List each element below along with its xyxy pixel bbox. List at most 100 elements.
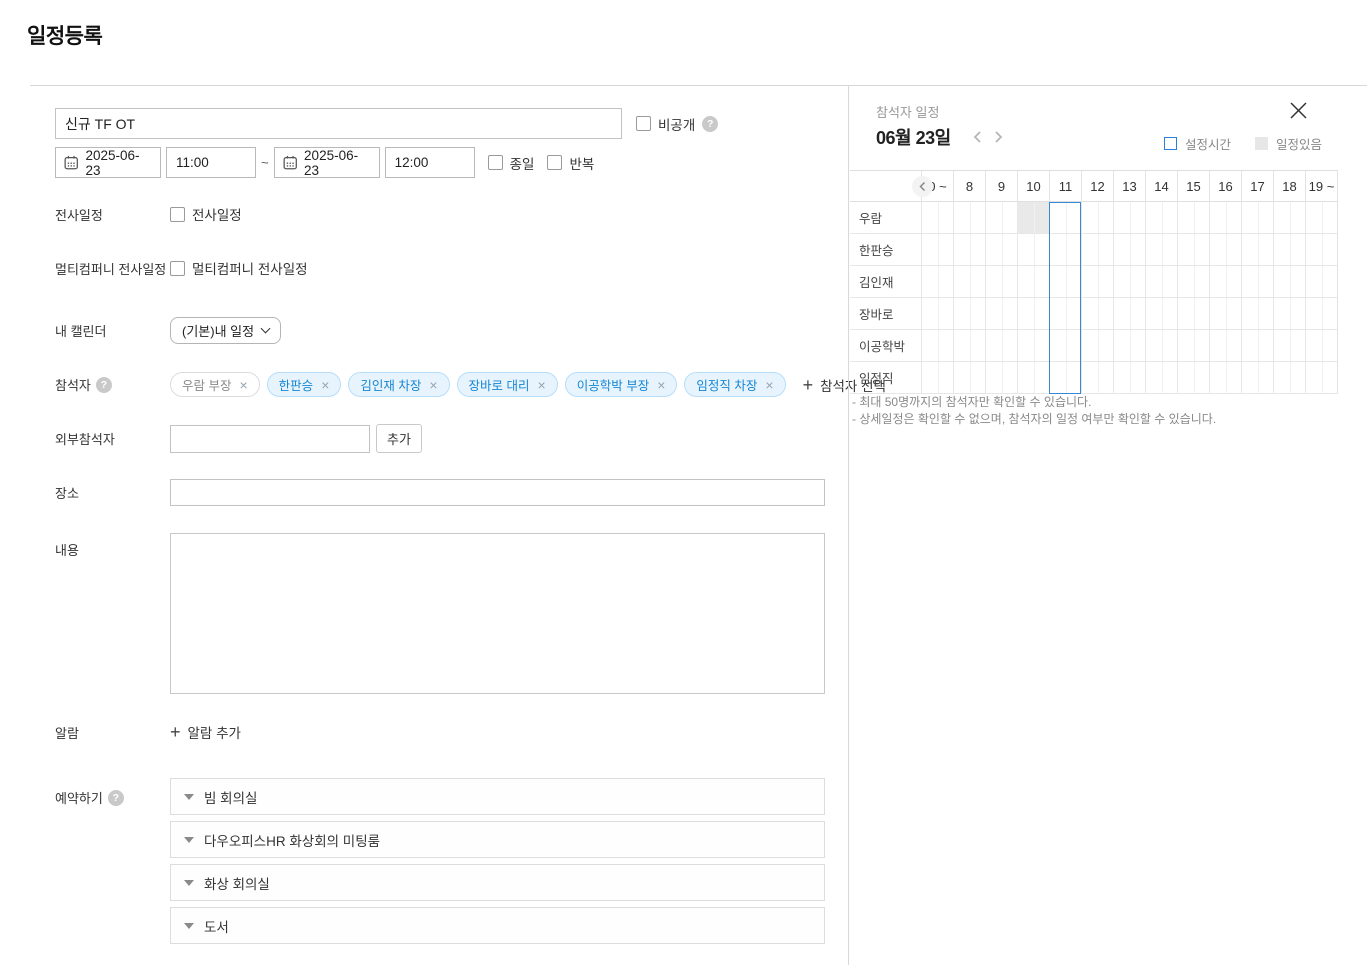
grid-cell[interactable] (953, 330, 985, 361)
add-external-attendee-button[interactable]: 추가 (376, 424, 422, 453)
grid-cell[interactable] (985, 266, 1017, 297)
reservation-help-icon[interactable]: ? (108, 790, 124, 806)
grid-cell[interactable] (953, 298, 985, 329)
grid-cell[interactable] (1081, 266, 1113, 297)
schedule-title-input[interactable] (55, 108, 622, 139)
reservation-item[interactable]: 빔 회의실 (170, 778, 825, 815)
grid-cell[interactable] (1177, 266, 1209, 297)
grid-cell[interactable] (1145, 362, 1177, 393)
reservation-item[interactable]: 도서 (170, 907, 825, 944)
grid-cell[interactable] (1241, 330, 1273, 361)
grid-cell[interactable] (1177, 202, 1209, 233)
grid-cell[interactable] (1145, 298, 1177, 329)
private-help-icon[interactable]: ? (702, 116, 718, 132)
grid-cell[interactable] (1209, 362, 1241, 393)
grid-cell[interactable] (1177, 298, 1209, 329)
start-date-input[interactable]: 2025-06-23 (55, 147, 161, 178)
multicompany-checkbox[interactable] (170, 261, 185, 276)
start-time-input[interactable] (166, 147, 256, 178)
next-day-button[interactable] (988, 128, 1009, 146)
reservation-item[interactable]: 화상 회의실 (170, 864, 825, 901)
grid-cell[interactable] (921, 298, 953, 329)
chip-remove-icon[interactable]: × (765, 378, 773, 392)
grid-cell[interactable] (1241, 234, 1273, 265)
grid-cell[interactable] (1113, 234, 1145, 265)
grid-cell[interactable] (1081, 298, 1113, 329)
grid-cell[interactable] (1017, 266, 1049, 297)
grid-cell[interactable] (1081, 234, 1113, 265)
attendee-chip[interactable]: 장바로 대리× (457, 372, 558, 397)
chip-remove-icon[interactable]: × (538, 378, 546, 392)
grid-cell[interactable] (1017, 330, 1049, 361)
grid-cell[interactable] (1241, 202, 1273, 233)
reservation-item[interactable]: 다우오피스HR 화상회의 미팅룸 (170, 821, 825, 858)
grid-cell[interactable] (985, 362, 1017, 393)
grid-cell[interactable] (1113, 362, 1145, 393)
add-alarm-button[interactable]: + 알람 추가 (170, 722, 241, 742)
close-icon[interactable] (1286, 98, 1310, 122)
grid-cell[interactable] (953, 362, 985, 393)
grid-cell[interactable] (1113, 202, 1145, 233)
prev-day-button[interactable] (967, 128, 988, 146)
grid-cell[interactable] (1305, 362, 1337, 393)
grid-cell[interactable] (1209, 234, 1241, 265)
attendee-chip[interactable]: 임정직 차장× (684, 372, 785, 397)
my-calendar-select[interactable]: (기본)내 일정 (170, 317, 281, 344)
chip-remove-icon[interactable]: × (239, 378, 247, 392)
grid-cell[interactable] (1017, 234, 1049, 265)
grid-cell[interactable] (1241, 298, 1273, 329)
grid-cell[interactable] (1177, 234, 1209, 265)
grid-cell[interactable] (1145, 330, 1177, 361)
grid-cell[interactable] (921, 330, 953, 361)
grid-cell[interactable] (1273, 266, 1305, 297)
grid-cell[interactable] (1241, 266, 1273, 297)
grid-cell[interactable] (1113, 298, 1145, 329)
grid-cell[interactable] (985, 202, 1017, 233)
grid-cell[interactable] (1209, 298, 1241, 329)
grid-cell[interactable] (1241, 362, 1273, 393)
grid-cell[interactable] (1209, 266, 1241, 297)
grid-cell[interactable] (1273, 202, 1305, 233)
grid-cell[interactable] (1273, 298, 1305, 329)
repeat-checkbox[interactable] (547, 155, 562, 170)
grid-cell[interactable] (1273, 234, 1305, 265)
grid-cell[interactable] (985, 298, 1017, 329)
grid-cell[interactable] (1305, 202, 1337, 233)
chip-remove-icon[interactable]: × (657, 378, 665, 392)
grid-cell[interactable] (1113, 330, 1145, 361)
grid-cell[interactable] (1209, 202, 1241, 233)
attendee-chip[interactable]: 이공학박 부장× (565, 372, 678, 397)
grid-cell[interactable] (1017, 298, 1049, 329)
allday-checkbox[interactable] (488, 155, 503, 170)
end-date-input[interactable]: 2025-06-23 (274, 147, 380, 178)
attendee-chip[interactable]: 우람 부장× (170, 372, 260, 397)
content-textarea[interactable] (170, 533, 825, 694)
grid-cell[interactable] (1209, 330, 1241, 361)
grid-cell[interactable] (1273, 330, 1305, 361)
attendee-chip[interactable]: 한판승× (267, 372, 342, 397)
grid-cell[interactable] (921, 234, 953, 265)
grid-cell[interactable] (1177, 362, 1209, 393)
busy-cell[interactable] (1017, 202, 1049, 233)
grid-cell[interactable] (985, 234, 1017, 265)
grid-cell[interactable] (1145, 266, 1177, 297)
company-schedule-checkbox[interactable] (170, 207, 185, 222)
attendee-chip[interactable]: 김인재 차장× (348, 372, 449, 397)
grid-cell[interactable] (953, 234, 985, 265)
grid-cell[interactable] (1305, 330, 1337, 361)
grid-cell[interactable] (1305, 234, 1337, 265)
location-input[interactable] (170, 479, 825, 506)
grid-cell[interactable] (1273, 362, 1305, 393)
scroll-left-button[interactable] (912, 176, 933, 197)
private-checkbox[interactable] (636, 116, 651, 131)
chip-remove-icon[interactable]: × (429, 378, 437, 392)
grid-cell[interactable] (1081, 202, 1113, 233)
grid-cell[interactable] (953, 266, 985, 297)
grid-cell[interactable] (1305, 298, 1337, 329)
grid-cell[interactable] (1145, 202, 1177, 233)
grid-cell[interactable] (1305, 266, 1337, 297)
grid-cell[interactable] (953, 202, 985, 233)
grid-cell[interactable] (1017, 362, 1049, 393)
grid-cell[interactable] (985, 330, 1017, 361)
grid-cell[interactable] (1081, 330, 1113, 361)
